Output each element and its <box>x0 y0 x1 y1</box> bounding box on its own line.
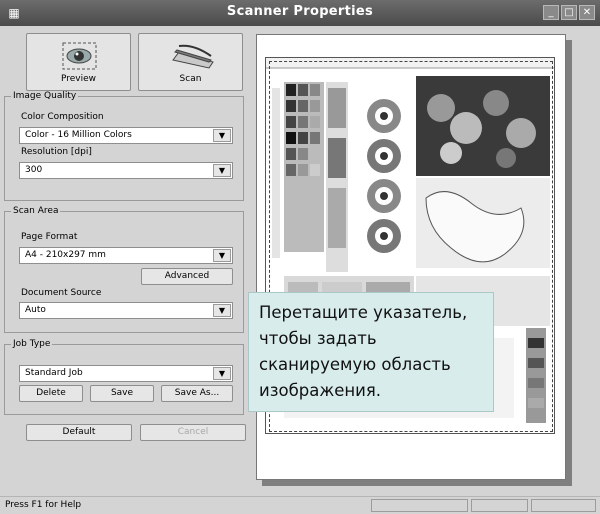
document-source-value: Auto <box>25 305 46 315</box>
maximize-button[interactable]: □ <box>561 5 577 20</box>
color-composition-select[interactable]: Color - 16 Million Colors ▼ <box>19 127 233 144</box>
chevron-down-icon[interactable]: ▼ <box>213 164 231 177</box>
window-body: Preview Scan Image Quality Color Composi… <box>0 26 600 496</box>
image-quality-legend: Image Quality <box>13 91 77 101</box>
job-type-group: Job Type Standard Job ▼ Delete Save Save… <box>4 339 244 415</box>
chevron-down-icon[interactable]: ▼ <box>213 367 231 380</box>
status-pane <box>371 499 468 512</box>
tooltip-line: Перетащите указатель, <box>259 303 468 322</box>
document-source-select[interactable]: Auto ▼ <box>19 302 233 319</box>
title-bar: ▦ Scanner Properties _ □ ✕ <box>0 0 600 26</box>
window-title: Scanner Properties <box>226 4 374 19</box>
scan-button[interactable]: Scan <box>138 33 243 91</box>
scan-area-legend: Scan Area <box>13 206 59 216</box>
chevron-down-icon[interactable]: ▼ <box>213 249 231 262</box>
page-format-label: Page Format <box>21 232 78 242</box>
preview-button[interactable]: Preview <box>26 33 131 91</box>
chevron-down-icon[interactable]: ▼ <box>213 129 231 142</box>
image-quality-group: Image Quality Color Composition Color - … <box>4 91 244 201</box>
advanced-button[interactable]: Advanced <box>141 268 233 285</box>
color-composition-value: Color - 16 Million Colors <box>25 130 132 140</box>
tooltip-line: чтобы задать <box>259 329 377 348</box>
resolution-value: 300 <box>25 165 43 175</box>
page-format-select[interactable]: A4 - 210x297 mm ▼ <box>19 247 233 264</box>
chevron-down-icon[interactable]: ▼ <box>213 304 231 317</box>
color-composition-label: Color Composition <box>21 112 104 122</box>
scanner-icon <box>139 42 242 70</box>
job-type-select[interactable]: Standard Job ▼ <box>19 365 233 382</box>
preview-canvas[interactable] <box>256 34 566 480</box>
delete-button[interactable]: Delete <box>19 385 83 402</box>
scan-label: Scan <box>179 74 202 84</box>
tooltip-line: изображения. <box>259 381 382 400</box>
default-button[interactable]: Default <box>26 424 132 441</box>
cancel-button: Cancel <box>140 424 246 441</box>
job-type-value: Standard Job <box>25 368 83 378</box>
page-format-value: A4 - 210x297 mm <box>25 250 106 260</box>
resolution-label: Resolution [dpi] <box>21 147 92 157</box>
minimize-button[interactable]: _ <box>543 5 559 20</box>
document-source-label: Document Source <box>21 288 102 298</box>
status-pane <box>531 499 596 512</box>
drag-hint-tooltip: Перетащите указатель, чтобы задать скани… <box>248 292 494 412</box>
eye-icon <box>27 42 130 70</box>
window-controls: _ □ ✕ <box>543 5 595 20</box>
job-type-legend: Job Type <box>13 339 51 349</box>
preview-label: Preview <box>60 74 97 84</box>
save-button[interactable]: Save <box>90 385 154 402</box>
resolution-select[interactable]: 300 ▼ <box>19 162 233 179</box>
close-button[interactable]: ✕ <box>579 5 595 20</box>
tooltip-line: сканируемую область <box>259 355 451 374</box>
scan-area-group: Scan Area Page Format A4 - 210x297 mm ▼ … <box>4 206 244 333</box>
status-text: Press F1 for Help <box>5 500 82 510</box>
status-bar: Press F1 for Help <box>0 496 600 514</box>
save-as-button[interactable]: Save As... <box>161 385 233 402</box>
status-pane <box>471 499 528 512</box>
